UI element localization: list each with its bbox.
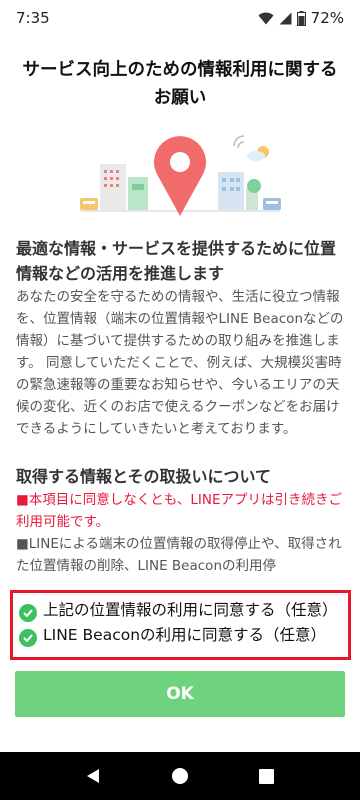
- status-bar: 7:35 72%: [0, 0, 360, 36]
- consent-location-row[interactable]: 上記の位置情報の利用に同意する（任意）: [19, 599, 342, 622]
- navigation-bar: [0, 752, 360, 800]
- notice-text: ■本項目に同意しなくとも、LINEアプリは引き続きご利用可能です。: [16, 492, 342, 530]
- back-icon[interactable]: [73, 756, 113, 796]
- consent-location-label: 上記の位置情報の利用に同意する（任意）: [43, 601, 338, 619]
- section-body-handling: ■LINEによる端末の位置情報の取得停止や、取得された位置情報の削除、LINE …: [16, 536, 342, 574]
- location-illustration: [60, 132, 300, 222]
- wifi-icon: [258, 12, 274, 25]
- consent-beacon-row[interactable]: LINE Beaconの利用に同意する（任意）: [19, 624, 342, 647]
- consent-beacon-label: LINE Beaconの利用に同意する（任意）: [43, 626, 327, 644]
- info-content[interactable]: 最適な情報・サービスを提供するために位置情報などの活用を推進します あなたの安全…: [16, 232, 348, 584]
- home-icon[interactable]: [160, 756, 200, 796]
- signal-icon: [279, 12, 292, 25]
- status-time: 7:35: [16, 9, 50, 27]
- battery-percent: 72%: [310, 9, 344, 27]
- section-heading-purpose: 最適な情報・サービスを提供するために位置情報などの活用を推進します: [16, 239, 337, 283]
- recents-icon[interactable]: [247, 756, 287, 796]
- checkmark-icon[interactable]: [19, 629, 37, 647]
- section-heading-handling: 取得する情報とその取扱いについて: [16, 467, 272, 486]
- section-body-purpose: あなたの安全を守るための情報や、生活に役立つ情報を、位置情報（端末の位置情報やL…: [16, 289, 344, 437]
- status-icons: 72%: [258, 9, 344, 27]
- battery-icon: [296, 10, 306, 26]
- page-title: サービス向上のための情報利用に関するお願い: [22, 60, 338, 108]
- consent-highlight-box: 上記の位置情報の利用に同意する（任意） LINE Beaconの利用に同意する（…: [10, 590, 351, 660]
- ok-button[interactable]: OK: [15, 671, 345, 717]
- checkmark-icon[interactable]: [19, 604, 37, 622]
